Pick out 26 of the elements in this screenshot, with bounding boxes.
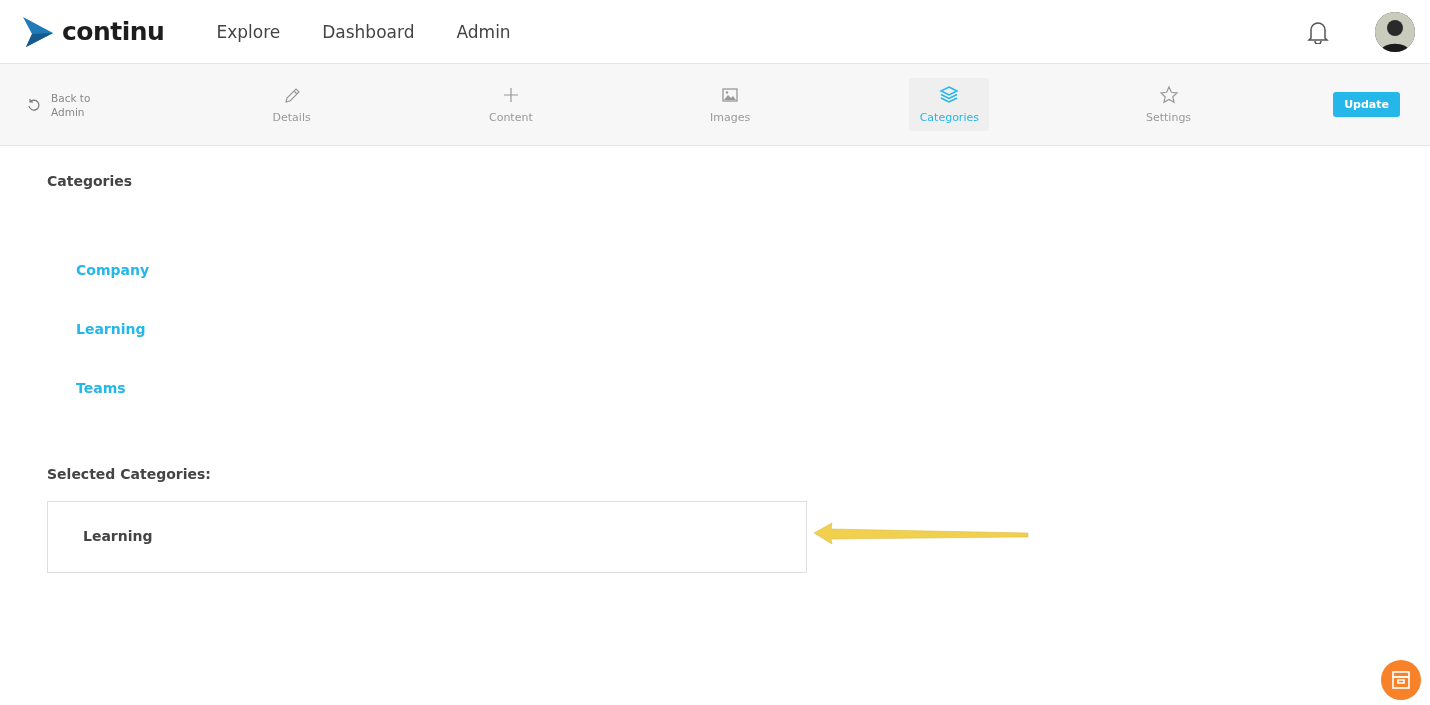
selected-category: Learning — [83, 528, 154, 544]
avatar[interactable] — [1375, 11, 1415, 52]
toolbar-tab[interactable]: Settings — [1128, 78, 1209, 131]
toolbar-tab[interactable]: Details — [251, 78, 332, 131]
help-button[interactable] — [1381, 660, 1421, 700]
category-link[interactable]: Learning — [76, 321, 146, 337]
star-icon — [1158, 85, 1179, 105]
toolbar-tab[interactable]: Categories — [909, 78, 990, 131]
section-title: Categories — [47, 173, 134, 189]
toolbar-tab[interactable]: Images — [690, 78, 771, 131]
nav-link[interactable]: Dashboard — [322, 21, 415, 42]
bell-icon[interactable] — [1307, 19, 1329, 44]
nav-link[interactable]: Admin — [456, 21, 511, 42]
logo-text: continu — [62, 17, 165, 46]
category-link[interactable]: Company — [76, 262, 150, 278]
back-button[interactable]: Back to Admin — [27, 90, 147, 119]
layers-icon — [939, 85, 960, 105]
image-icon — [720, 85, 741, 105]
section-title: Selected Categories: — [47, 466, 212, 482]
update-button[interactable]: Update — [1333, 92, 1400, 117]
category-link[interactable]: Teams — [76, 380, 126, 396]
toolbar-tab[interactable]: Content — [470, 78, 551, 131]
undo-icon — [27, 97, 41, 112]
logo-icon — [22, 15, 54, 48]
inbox-icon — [1391, 671, 1411, 689]
nav-link[interactable]: Explore — [216, 21, 281, 42]
